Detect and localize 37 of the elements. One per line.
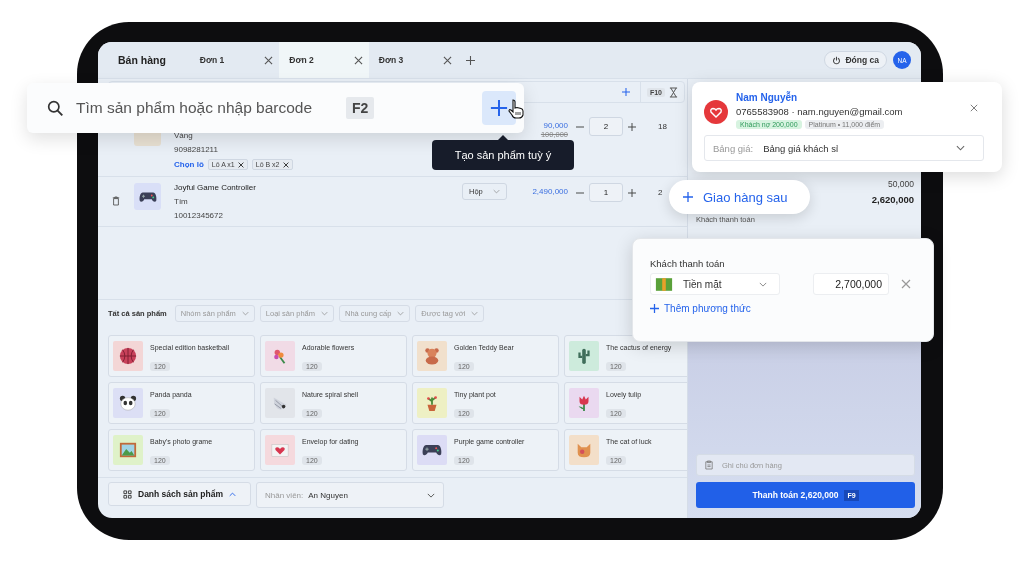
product-variant: Vàng — [174, 131, 194, 140]
payment-title: Khách thanh toán — [650, 258, 726, 269]
product-code: 9098281211 — [174, 145, 219, 154]
shortcut-key: F2 — [346, 97, 375, 119]
line-total: 2 — [657, 187, 664, 197]
payment-method-dropdown[interactable]: Tiền mặt — [650, 273, 780, 295]
quantity-field[interactable]: 1 — [589, 183, 623, 202]
payment-method: Tiền mặt — [683, 278, 722, 290]
order-tab[interactable]: Đơn 1 — [189, 42, 280, 78]
staff-name: An Nguyen — [308, 490, 348, 500]
staff-dropdown[interactable]: Nhân viên: An Nguyen — [256, 482, 444, 508]
order-tab[interactable]: Đơn 2 — [279, 42, 369, 78]
unit-price[interactable]: 2,490,000 — [532, 187, 568, 196]
order-tab[interactable]: Đơn 3 — [368, 42, 459, 78]
amount-value: 50,000 — [888, 179, 914, 189]
choose-batch-link[interactable]: Chọn lô — [174, 160, 204, 169]
line-total: 18 — [657, 121, 668, 131]
add-payment-method-link[interactable]: Thêm phương thức — [650, 303, 751, 314]
quantity-field[interactable]: 2 — [589, 117, 623, 136]
price-list-label: Bảng giá: — [713, 142, 754, 154]
product-code: 10012345672 — [174, 211, 224, 220]
product-name: Joyful Game Controller — [174, 183, 257, 192]
total-value: 2,620,000 — [871, 194, 914, 205]
staff-label: Nhân viên: — [265, 490, 304, 500]
app-title: Bán hàng — [118, 54, 166, 66]
deliver-later-button[interactable]: Giao hàng sau — [669, 180, 810, 214]
payment-amount-field[interactable]: 2,700,000 — [813, 273, 889, 295]
unit-price[interactable]: 90,000 — [543, 121, 568, 130]
price-list-value: Bảng giá khách sỉ — [763, 142, 839, 154]
close-shift-button[interactable]: Đóng ca — [824, 51, 887, 69]
product-list-button[interactable]: Danh sách sản phẩm — [108, 482, 251, 506]
product-variant: Tím — [174, 197, 189, 206]
price-list-dropdown[interactable]: Bảng giá: Bảng giá khách sỉ — [704, 135, 984, 161]
customer-contact: 0765583908 · nam.nguyen@gmail.com — [736, 106, 903, 117]
search-field[interactable]: Tìm sản phẩm hoặc nhập barcode — [76, 99, 334, 117]
customer-name[interactable]: Nam Nguyễn — [736, 92, 903, 103]
tooltip: Tạo sản phẩm tuỳ ý — [432, 140, 574, 170]
